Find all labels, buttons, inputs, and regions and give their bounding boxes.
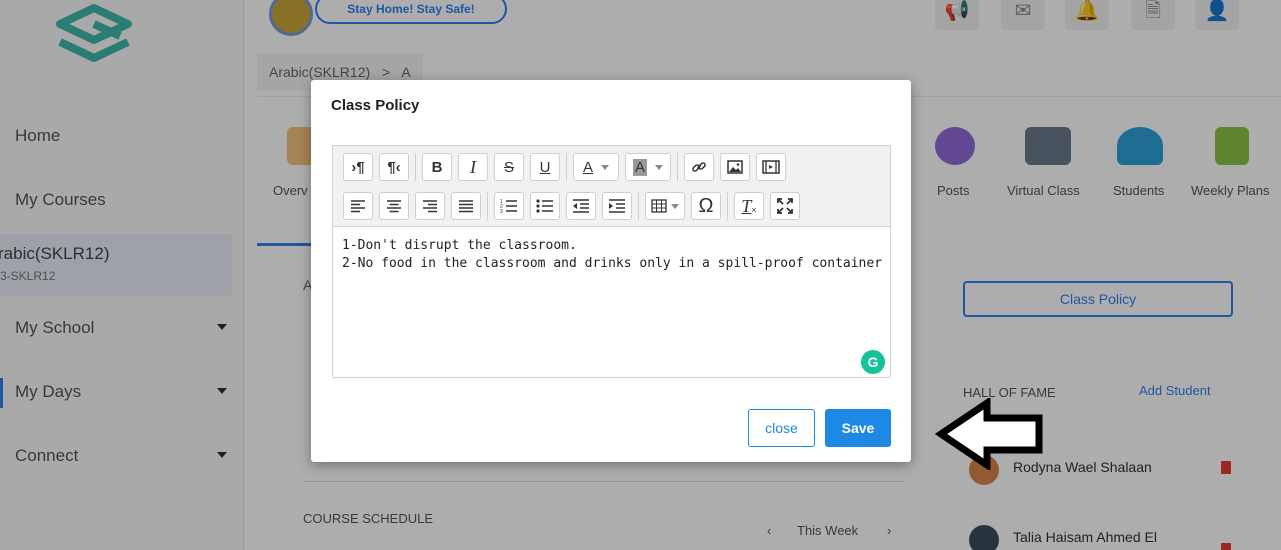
italic-icon[interactable]: I (458, 153, 488, 181)
rich-text-editor: ›¶ ¶‹ B I S U A A 1 2 3 Ω T × 1-Don't di… (332, 145, 891, 378)
class-policy-dialog: Class Policy ›¶ ¶‹ B I S U A A 1 2 3 Ω T… (311, 80, 911, 462)
dialog-title: Class Policy (331, 97, 420, 114)
editor-content[interactable]: 1-Don't disrupt the classroom. 2-No food … (342, 237, 882, 273)
paragraph-rtl-icon[interactable]: ¶‹ (379, 153, 409, 181)
video-icon[interactable] (756, 153, 786, 181)
special-character-icon[interactable]: Ω (691, 192, 721, 220)
image-icon[interactable] (720, 153, 750, 181)
editor-line: 1-Don't disrupt the classroom. (342, 238, 577, 253)
align-left-icon[interactable] (343, 192, 373, 220)
svg-text:3: 3 (500, 209, 503, 214)
ordered-list-icon[interactable]: 123 (494, 192, 524, 220)
toolbar-separator (727, 192, 728, 220)
close-button[interactable]: close (748, 409, 815, 447)
indent-icon[interactable] (602, 192, 632, 220)
align-right-icon[interactable] (415, 192, 445, 220)
save-button[interactable]: Save (825, 409, 891, 447)
strikethrough-icon[interactable]: S (494, 153, 524, 181)
background-color-icon[interactable]: A (625, 153, 671, 181)
align-center-icon[interactable] (379, 192, 409, 220)
toolbar-separator (566, 153, 567, 181)
clear-formatting-icon[interactable]: T × (734, 192, 764, 220)
editor-toolbar: ›¶ ¶‹ B I S U A A 1 2 3 Ω T × (333, 146, 890, 227)
toolbar-separator (487, 192, 488, 220)
font-color-icon[interactable]: A (573, 153, 619, 181)
outdent-icon[interactable] (566, 192, 596, 220)
toolbar-separator (415, 153, 416, 181)
fullscreen-icon[interactable] (770, 192, 800, 220)
link-icon[interactable] (684, 153, 714, 181)
toolbar-separator (677, 153, 678, 181)
unordered-list-icon[interactable] (530, 192, 560, 220)
table-icon[interactable] (645, 192, 685, 220)
paragraph-ltr-icon[interactable]: ›¶ (343, 153, 373, 181)
bold-icon[interactable]: B (422, 153, 452, 181)
editor-line: 2-No food in the classroom and drinks on… (342, 256, 883, 271)
toolbar-separator (638, 192, 639, 220)
arrow-left-icon (935, 398, 1043, 470)
grammarly-icon[interactable]: G (861, 350, 885, 374)
align-justify-icon[interactable] (451, 192, 481, 220)
underline-icon[interactable]: U (530, 153, 560, 181)
